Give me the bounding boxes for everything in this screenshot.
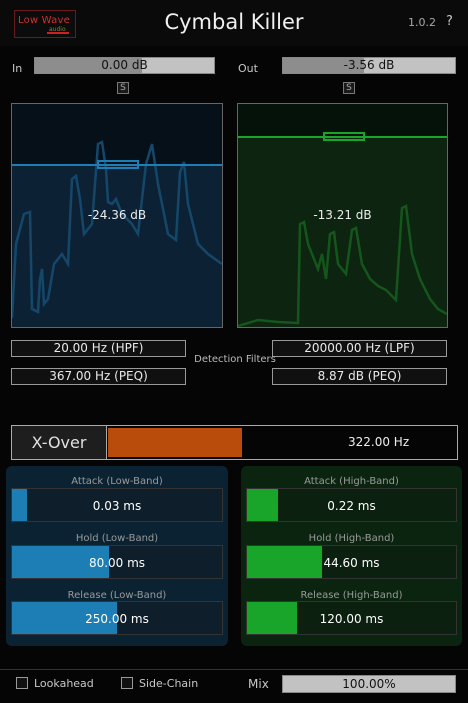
output-label: Out [238,62,258,75]
peq-frequency-field[interactable]: 367.00 Hz (PEQ) [11,368,186,385]
low-release-value: 250.00 ms [85,612,149,626]
low-attack-value: 0.03 ms [92,499,142,513]
low-release-slider[interactable]: 250.00 ms [11,601,223,635]
plugin-title: Cymbal Killer [164,10,304,34]
high-hold-label: Hold (High-Band) [308,533,395,544]
input-solo-button[interactable]: S [117,82,129,94]
high-threshold-area [238,137,447,327]
version-label: 1.0.2 [408,16,436,29]
input-gain-value: 0.00 dB [101,58,148,72]
high-band-scope[interactable]: -13.21 dB [237,103,448,328]
low-band-scope[interactable]: -24.36 dB [11,103,223,328]
high-band-level: -13.21 dB [313,208,372,222]
input-gain-slider[interactable]: 0.00 dB [34,57,215,74]
low-attack-label: Attack (Low-Band) [71,476,163,487]
low-hold-value: 80.00 ms [88,556,146,570]
low-release-label: Release (Low-Band) [67,590,167,601]
low-hold-slider[interactable]: 80.00 ms [11,545,223,579]
mix-label: Mix [248,677,269,691]
crossover-label: X-Over [12,426,107,459]
high-release-label: Release (High-Band) [300,590,403,601]
high-attack-label: Attack (High-Band) [304,476,399,487]
high-release-value: 120.00 ms [319,612,384,626]
input-label: In [12,62,23,75]
low-band-level: -24.36 dB [87,208,147,222]
high-attack-value: 0.22 ms [327,499,376,513]
hpf-field[interactable]: 20.00 Hz (HPF) [11,340,186,357]
high-release-slider[interactable]: 120.00 ms [246,601,457,635]
sidechain-checkbox[interactable] [121,677,133,689]
lookahead-label: Lookahead [34,677,94,690]
high-hold-slider[interactable]: 44.60 ms [246,545,457,579]
peq-gain-field[interactable]: 8.87 dB (PEQ) [272,368,447,385]
high-band-panel: Attack (High-Band) 0.22 ms Hold (High-Ba… [241,466,462,646]
high-hold-value: 44.60 ms [323,556,380,570]
lpf-field[interactable]: 20000.00 Hz (LPF) [272,340,447,357]
lookahead-checkbox[interactable] [16,677,28,689]
crossover-slider[interactable]: 322.00 Hz [108,428,456,457]
output-gain-value: -3.56 dB [343,58,395,72]
low-hold-label: Hold (Low-Band) [75,533,159,544]
crossover-value: 322.00 Hz [348,435,410,449]
crossover-fill [108,428,242,457]
low-attack-slider[interactable]: 0.03 ms [11,488,223,522]
high-attack-slider[interactable]: 0.22 ms [246,488,457,522]
output-solo-button[interactable]: S [343,82,355,94]
detection-filters-label: Detection Filters [194,354,276,365]
output-gain-slider[interactable]: -3.56 dB [282,57,456,74]
mix-slider[interactable]: 100.00% [282,675,456,693]
help-button[interactable]: ? [446,14,453,29]
crossover-control: X-Over 322.00 Hz [11,425,458,460]
mix-value: 100.00% [342,677,396,691]
low-band-panel: Attack (Low-Band) 0.03 ms Hold (Low-Band… [6,466,228,646]
sidechain-label: Side-Chain [139,677,199,690]
